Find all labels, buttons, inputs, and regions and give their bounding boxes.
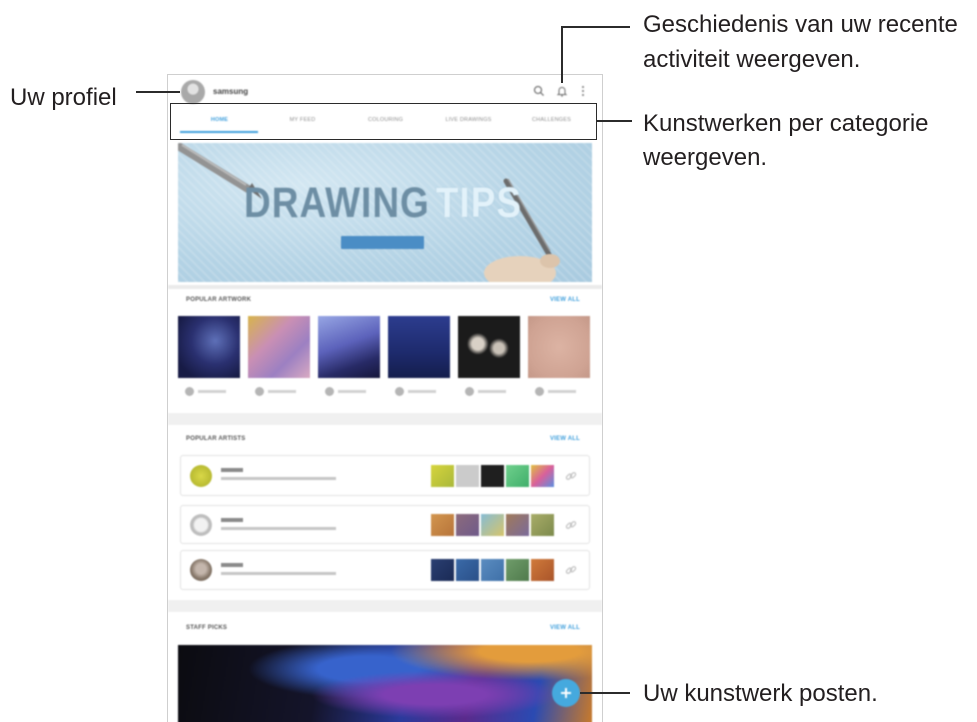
artwork-caption-blurred <box>268 390 296 393</box>
popular-artwork-heading: POPULAR ARTWORK <box>186 297 252 303</box>
callout-activity-history: Geschiedenis van uw recente activiteit w… <box>643 7 958 77</box>
leader-line-profile <box>136 91 180 93</box>
artist-artwork-thumbnail[interactable] <box>431 464 454 487</box>
artist-artwork-thumbnail[interactable] <box>531 513 554 536</box>
artist-card[interactable] <box>180 505 590 544</box>
artwork-caption-blurred <box>338 390 366 393</box>
artwork-caption-blurred <box>408 390 436 393</box>
artist-stats-blurred <box>221 527 336 530</box>
artist-artwork-thumbnail[interactable] <box>456 464 479 487</box>
leader-line-activity <box>561 26 630 28</box>
app-screen: samsung HOME MY FEED COLOURING LIVE DRAW… <box>167 74 603 722</box>
artist-name-blurred <box>221 518 243 522</box>
artist-artwork-thumbnail[interactable] <box>481 513 504 536</box>
app-content: samsung HOME MY FEED COLOURING LIVE DRAW… <box>168 75 602 722</box>
post-artwork-button[interactable] <box>552 679 580 707</box>
artist-stats-blurred <box>221 572 336 575</box>
artist-artwork-thumbnail[interactable] <box>531 559 554 581</box>
banner-title-word: TIPS <box>435 179 523 227</box>
plus-icon <box>561 688 571 698</box>
banner-title-word: DRAWING <box>244 179 430 227</box>
section-divider <box>168 600 602 612</box>
section-divider <box>168 285 602 289</box>
callout-post-artwork: Uw kunstwerk posten. <box>643 680 878 707</box>
link-icon[interactable] <box>565 564 577 576</box>
callout-activity-line: Geschiedenis van uw recente <box>643 11 958 38</box>
section-divider <box>168 413 602 425</box>
artwork-author-avatar <box>255 387 264 396</box>
artist-artwork-thumbnail[interactable] <box>481 559 504 581</box>
tabs-highlight-box <box>170 103 597 140</box>
artwork-author-avatar <box>185 387 194 396</box>
artist-stats-blurred <box>221 477 336 480</box>
artist-avatar <box>190 464 212 487</box>
artwork-thumbnail[interactable] <box>318 316 380 378</box>
callout-categories-line: weergeven. <box>643 144 768 171</box>
artwork-author-avatar <box>535 387 544 396</box>
popular-artists-view-all-link[interactable]: VIEW ALL <box>550 435 580 443</box>
artwork-thumbnail[interactable] <box>528 316 590 378</box>
link-icon[interactable] <box>565 470 577 482</box>
artist-artwork-thumbnail[interactable] <box>481 464 504 487</box>
artist-name-blurred <box>221 468 243 472</box>
artist-artwork-thumbnail[interactable] <box>431 559 454 581</box>
link-icon[interactable] <box>565 519 577 531</box>
artist-avatar <box>190 559 212 581</box>
artist-artwork-thumbnail[interactable] <box>531 464 554 487</box>
profile-username[interactable]: samsung <box>213 87 248 97</box>
search-icon[interactable] <box>533 85 545 97</box>
banner-button[interactable] <box>341 236 424 249</box>
bell-icon[interactable] <box>556 85 568 97</box>
banner-title: DRAWING TIPS <box>244 178 522 229</box>
artist-avatar <box>190 513 212 536</box>
leader-line-post <box>580 692 630 694</box>
callout-categories-line: Kunstwerken per categorie <box>643 110 929 137</box>
popular-artwork-view-all-link[interactable]: VIEW ALL <box>550 296 580 304</box>
artwork-thumbnail[interactable] <box>178 316 240 378</box>
callout-profile: Uw profiel <box>10 84 117 111</box>
artwork-thumbnail[interactable] <box>248 316 310 378</box>
artwork-caption-blurred <box>478 390 506 393</box>
artist-artwork-thumbnail[interactable] <box>506 464 529 487</box>
leader-line-categories <box>597 120 632 122</box>
artist-name-blurred <box>221 563 243 567</box>
artwork-author-avatar <box>465 387 474 396</box>
profile-avatar-icon[interactable] <box>181 80 205 104</box>
leader-line-activity <box>561 26 563 83</box>
more-vertical-icon[interactable] <box>580 85 586 97</box>
artist-artwork-thumbnail[interactable] <box>506 513 529 536</box>
staff-pick-artwork[interactable] <box>178 645 592 722</box>
artwork-caption-blurred <box>548 390 576 393</box>
artwork-caption-blurred <box>198 390 226 393</box>
artist-artwork-thumbnail[interactable] <box>506 559 529 581</box>
callout-categories: Kunstwerken per categorie weergeven. <box>643 107 929 175</box>
drawing-tips-banner[interactable]: DRAWING TIPS <box>178 143 592 282</box>
artist-card[interactable] <box>180 455 590 496</box>
artwork-thumbnail[interactable] <box>458 316 520 378</box>
artwork-author-avatar <box>395 387 404 396</box>
artwork-author-avatar <box>325 387 334 396</box>
popular-artists-heading: POPULAR ARTISTS <box>186 436 246 442</box>
artist-artwork-thumbnail[interactable] <box>431 513 454 536</box>
staff-picks-heading: STAFF PICKS <box>186 625 228 631</box>
artist-artwork-thumbnail[interactable] <box>456 513 479 536</box>
callout-activity-line: activiteit weergeven. <box>643 46 861 73</box>
staff-picks-view-all-link[interactable]: VIEW ALL <box>550 624 580 632</box>
artwork-thumbnail[interactable] <box>388 316 450 378</box>
artist-card[interactable] <box>180 550 590 590</box>
artist-artwork-thumbnail[interactable] <box>456 559 479 581</box>
